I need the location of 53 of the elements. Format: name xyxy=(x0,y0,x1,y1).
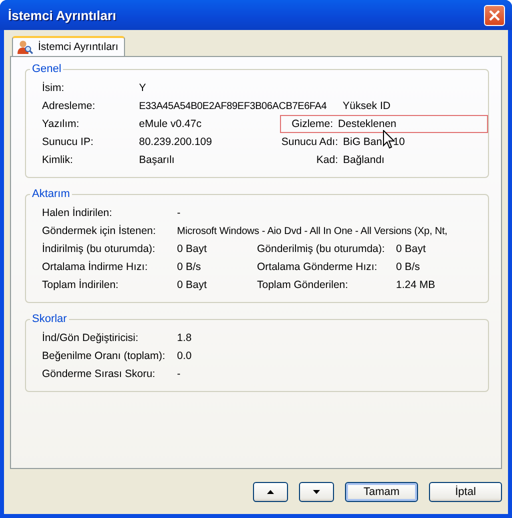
field-label: Kimlik: xyxy=(42,154,74,166)
field-label: Ortalama İndirme Hızı: xyxy=(42,261,149,273)
window-title: İstemci Ayrıntıları xyxy=(8,8,116,22)
field-label: Gönderilmiş (bu oturumda): xyxy=(257,243,386,255)
field-label: Sunucu Adı: xyxy=(280,136,339,148)
field-label: İsim: xyxy=(42,82,66,94)
group-title: Aktarım xyxy=(31,188,71,200)
field-value: 0 B/s xyxy=(177,261,202,273)
group-title: Genel xyxy=(31,63,62,75)
field-label: Gizleme: xyxy=(290,118,334,130)
close-icon xyxy=(489,10,500,20)
field-value: - xyxy=(177,207,182,219)
field-value: Desteklenen xyxy=(338,118,398,130)
down-triangle-icon xyxy=(313,490,320,494)
field-value: 0 Bayt xyxy=(177,279,208,291)
tab[interactable]: İstemci Ayrıntıları xyxy=(12,36,126,56)
field-value: 0.0 xyxy=(177,350,193,362)
field-label: Adresleme: xyxy=(42,100,96,112)
field-label: Halen İndirilen: xyxy=(42,207,114,219)
field-label: İnd/Gön Değiştiricisi: xyxy=(42,332,140,344)
field-label: Göndermek için İstenen: xyxy=(42,225,157,237)
field-value: - xyxy=(177,368,182,380)
field-label: Beğenilme Oranı (toplam): xyxy=(42,350,166,362)
field-value: 0 B/s xyxy=(396,261,421,273)
field-label: Toplam İndirilen: xyxy=(42,279,120,291)
field-value: BiG Ban xyxy=(343,136,382,148)
field-label: Toplam Gönderilen: xyxy=(257,279,350,291)
field-value: E33A45A54B0E2AF89EF3B06ACB7E6FA4 xyxy=(139,100,327,112)
field-value: Başarılı xyxy=(139,154,176,166)
dialog-button[interactable]: Tamam xyxy=(345,482,418,502)
dialog-button[interactable]: İptal xyxy=(429,482,502,502)
field-label: Gönderme Sırası Skoru: xyxy=(42,368,156,380)
field-value: 0 Bayt xyxy=(396,243,427,255)
field-value: Microsoft Windows - Aio Dvd - All In One - All Versions (Xp, Nt, xyxy=(177,226,448,236)
field-value: eMule v0.47c xyxy=(139,118,202,130)
field-value: 0 Bayt xyxy=(177,243,208,255)
move-up-button[interactable] xyxy=(253,482,288,502)
field-value: Y xyxy=(139,82,148,94)
up-triangle-icon xyxy=(267,490,274,494)
user-search-icon xyxy=(17,40,33,54)
close-button[interactable] xyxy=(484,4,505,26)
field-value: Bağlandı xyxy=(343,154,384,166)
field-label: Yazılım: xyxy=(42,118,80,130)
field-label: Sunucu IP: xyxy=(42,136,94,148)
field-value: 1.8 xyxy=(177,332,193,344)
group-title: Skorlar xyxy=(31,313,68,325)
field-label: Kad: xyxy=(315,154,339,166)
field-label: İndirilmiş (bu oturumda): xyxy=(42,243,156,255)
field-label: Ortalama Gönderme Hızı: xyxy=(257,261,378,273)
field-value: 10 xyxy=(393,136,405,148)
id-status: Yüksek ID xyxy=(342,100,390,112)
move-down-button[interactable] xyxy=(299,482,334,502)
field-value: 1.24 MB xyxy=(396,279,436,291)
